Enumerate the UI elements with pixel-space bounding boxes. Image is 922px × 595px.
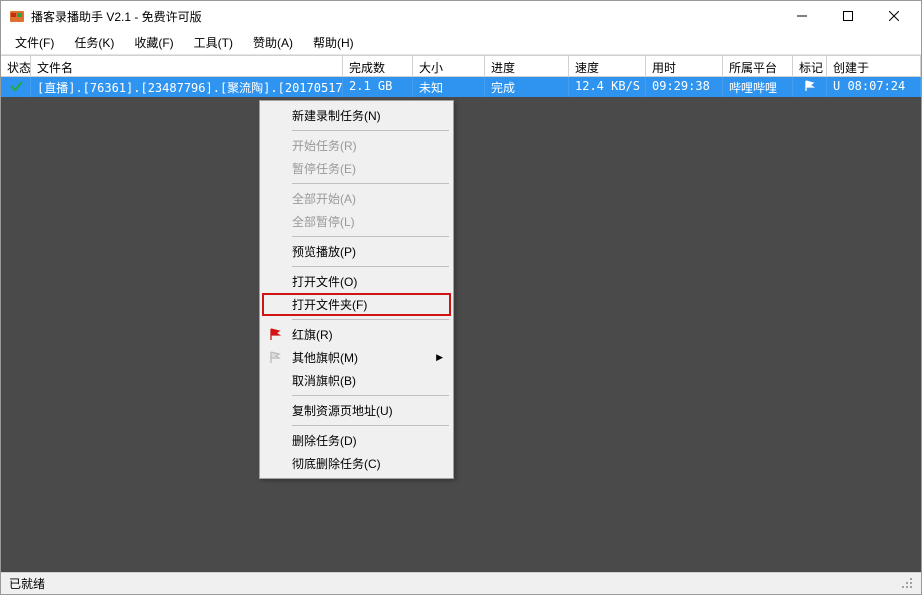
table-row[interactable]: [直播].[76361].[23487796].[聚流陶].[20170517O… — [1, 77, 921, 97]
ctx-delete-full[interactable]: 彻底删除任务(C) — [262, 452, 451, 475]
ctx-red-flag[interactable]: 红旗(R) — [262, 323, 451, 346]
menubar: 文件(F) 任务(K) 收藏(F) 工具(T) 赞助(A) 帮助(H) — [1, 31, 921, 55]
menu-fav[interactable]: 收藏(F) — [130, 32, 177, 53]
ctx-start-all[interactable]: 全部开始(A) — [262, 187, 451, 210]
ctx-red-flag-label: 红旗(R) — [292, 326, 333, 343]
table-header: 状态 文件名 完成数 大小 进度 速度 用时 所属平台 标记 创建于 — [1, 55, 921, 77]
cell-name: [直播].[76361].[23487796].[聚流陶].[20170517O… — [31, 77, 343, 97]
ctx-pause[interactable]: 暂停任务(E) — [262, 157, 451, 180]
col-status[interactable]: 状态 — [1, 56, 31, 76]
flag-red-icon — [268, 327, 284, 343]
context-menu: 新建录制任务(N) 开始任务(R) 暂停任务(E) 全部开始(A) 全部暂停(L… — [259, 100, 454, 479]
submenu-arrow-icon: ▶ — [436, 352, 443, 363]
ctx-sep — [292, 183, 449, 184]
cell-created: U 08:07:24 — [827, 77, 921, 97]
menu-sponsor[interactable]: 赞助(A) — [249, 32, 297, 53]
ctx-other-flag[interactable]: 其他旗帜(M) ▶ — [262, 346, 451, 369]
resize-grip-icon[interactable] — [899, 575, 913, 592]
minimize-button[interactable] — [779, 1, 825, 31]
ctx-open-file[interactable]: 打开文件(O) — [262, 270, 451, 293]
ctx-cancel-flag[interactable]: 取消旗帜(B) — [262, 369, 451, 392]
ctx-sep — [292, 266, 449, 267]
status-text: 已就绪 — [9, 575, 45, 592]
col-prog[interactable]: 进度 — [485, 56, 569, 76]
col-size[interactable]: 大小 — [413, 56, 485, 76]
cell-plat: 哔哩哔哩 — [723, 77, 793, 97]
ctx-start[interactable]: 开始任务(R) — [262, 134, 451, 157]
ctx-delete[interactable]: 删除任务(D) — [262, 429, 451, 452]
col-plat[interactable]: 所属平台 — [723, 56, 793, 76]
cell-done: 2.1 GB — [343, 77, 413, 97]
flag-icon — [804, 80, 816, 95]
maximize-button[interactable] — [825, 1, 871, 31]
menu-tools[interactable]: 工具(T) — [190, 32, 237, 53]
close-button[interactable] — [871, 1, 917, 31]
col-time[interactable]: 用时 — [646, 56, 723, 76]
cell-time: 09:29:38 — [646, 77, 723, 97]
cell-flag — [793, 77, 827, 97]
app-icon — [9, 8, 25, 24]
flag-grey-icon — [268, 350, 284, 366]
ctx-open-folder[interactable]: 打开文件夹(F) — [262, 293, 451, 316]
ctx-sep — [292, 319, 449, 320]
col-name[interactable]: 文件名 — [31, 56, 343, 76]
ctx-other-flag-label: 其他旗帜(M) — [292, 349, 358, 366]
ctx-sep — [292, 395, 449, 396]
ctx-sep — [292, 130, 449, 131]
ctx-preview[interactable]: 预览播放(P) — [262, 240, 451, 263]
window-controls — [779, 1, 917, 31]
ctx-new-record[interactable]: 新建录制任务(N) — [262, 104, 451, 127]
col-speed[interactable]: 速度 — [569, 56, 646, 76]
window-title: 播客录播助手 V2.1 - 免费许可版 — [31, 8, 779, 25]
cell-size: 未知 — [413, 77, 485, 97]
ctx-pause-all[interactable]: 全部暂停(L) — [262, 210, 451, 233]
menu-file[interactable]: 文件(F) — [11, 32, 58, 53]
col-done[interactable]: 完成数 — [343, 56, 413, 76]
statusbar: 已就绪 — [1, 572, 921, 594]
col-flag[interactable]: 标记 — [793, 56, 827, 76]
menu-help[interactable]: 帮助(H) — [309, 32, 358, 53]
checkmark-icon — [9, 79, 23, 96]
ctx-copy-url[interactable]: 复制资源页地址(U) — [262, 399, 451, 422]
ctx-sep — [292, 236, 449, 237]
cell-status — [1, 77, 31, 97]
table-body: [直播].[76361].[23487796].[聚流陶].[20170517O… — [1, 77, 921, 572]
col-created[interactable]: 创建于 — [827, 56, 921, 76]
cell-prog: 完成 — [485, 77, 569, 97]
menu-task[interactable]: 任务(K) — [70, 32, 118, 53]
ctx-sep — [292, 425, 449, 426]
titlebar: 播客录播助手 V2.1 - 免费许可版 — [1, 1, 921, 31]
cell-speed: 12.4 KB/S — [569, 77, 646, 97]
